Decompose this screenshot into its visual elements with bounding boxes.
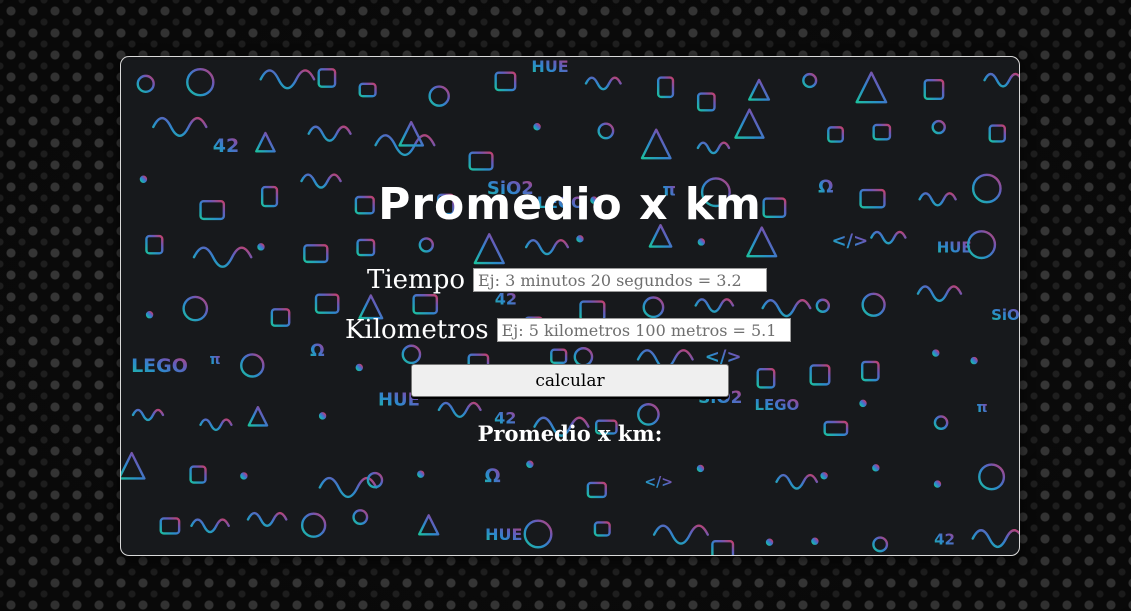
form-container: Promedio x km Tiempo Kilometros calcular… xyxy=(121,57,1019,555)
main-card: HUE42SiO2LEGOπΩ</>HUE42SiO2LEGOπΩ</>HUE4… xyxy=(120,56,1020,556)
kilometros-row: Kilometros xyxy=(345,315,791,345)
tiempo-row: Tiempo xyxy=(367,265,767,295)
result-label: Promedio x km: xyxy=(477,421,663,446)
kilometros-label: Kilometros xyxy=(345,315,489,345)
result-text: Promedio x km: xyxy=(121,421,1019,446)
tiempo-input[interactable] xyxy=(473,268,767,292)
calcular-button[interactable]: calcular xyxy=(411,364,729,397)
tiempo-label: Tiempo xyxy=(367,265,465,295)
kilometros-input[interactable] xyxy=(496,318,791,342)
page-title: Promedio x km xyxy=(378,179,762,230)
